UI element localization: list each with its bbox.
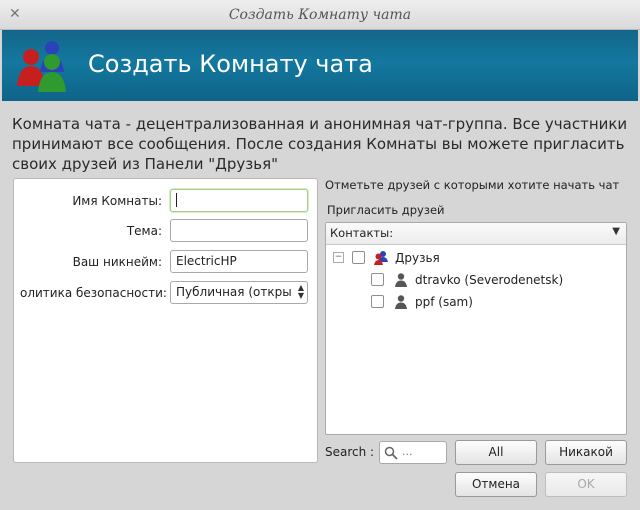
friend-checkbox[interactable] xyxy=(371,273,384,286)
header-banner: Создать Комнату чата xyxy=(2,30,638,101)
user-icon xyxy=(395,295,407,309)
description-text: Комната чата - децентрализованная и анон… xyxy=(12,115,628,173)
security-policy-value: Публичная (откры xyxy=(176,285,292,299)
friend-name: ppf (sam) xyxy=(415,295,473,309)
spinner-arrows-icon: ▲ ▼ xyxy=(297,283,304,300)
tree-group-friends[interactable]: − Друзья xyxy=(326,249,626,269)
select-all-button[interactable]: All xyxy=(455,440,537,465)
topic-input[interactable] xyxy=(170,219,308,242)
window-title: Создать Комнату чата xyxy=(228,7,412,23)
ok-button[interactable]: OK xyxy=(545,472,627,497)
invite-friends-label: Пригласить друзей xyxy=(327,203,445,217)
group-checkbox[interactable] xyxy=(352,251,365,264)
list-item[interactable]: dtravko (Severodenetsk) xyxy=(326,271,626,291)
search-icon xyxy=(384,446,398,460)
security-policy-label: олитика безопасности: xyxy=(20,286,167,300)
list-item[interactable]: ppf (sam) xyxy=(326,293,626,313)
contacts-tree[interactable]: Контакты: ▼ − Друзья dtravko (Severodene… xyxy=(325,222,627,435)
nickname-input[interactable]: ElectricHP xyxy=(170,250,308,273)
users-group-icon xyxy=(17,41,66,92)
window-titlebar: ✕ Создать Комнату чата xyxy=(0,0,640,30)
group-users-icon xyxy=(374,251,388,265)
cancel-button[interactable]: Отмена xyxy=(455,472,537,497)
text-caret xyxy=(176,193,177,207)
room-name-input[interactable] xyxy=(170,189,308,212)
contacts-header[interactable]: Контакты: ▼ xyxy=(326,223,626,245)
friend-checkbox[interactable] xyxy=(371,295,384,308)
user-icon xyxy=(395,273,407,287)
room-name-label: Имя Комнаты: xyxy=(72,194,162,208)
select-friends-hint: Отметьте друзей с которыми хотите начать… xyxy=(325,178,620,192)
nickname-label: Ваш никнейм: xyxy=(72,255,162,269)
security-policy-select[interactable]: Публичная (откры ▲ ▼ xyxy=(170,281,308,304)
contacts-header-label: Контакты: xyxy=(330,226,394,240)
sort-arrow-icon: ▼ xyxy=(612,226,620,237)
collapse-icon[interactable]: − xyxy=(333,252,344,263)
friend-name: dtravko (Severodenetsk) xyxy=(415,273,564,287)
topic-label: Тема: xyxy=(126,224,162,238)
select-none-button[interactable]: Никакой xyxy=(545,440,627,465)
room-settings-panel: Имя Комнаты: Тема: Ваш никнейм: Electric… xyxy=(13,178,318,463)
search-label: Search : xyxy=(325,445,375,459)
group-name: Друзья xyxy=(395,251,440,265)
search-input[interactable]: ... xyxy=(379,441,447,464)
banner-title: Создать Комнату чата xyxy=(88,50,373,78)
search-placeholder: ... xyxy=(402,445,413,458)
